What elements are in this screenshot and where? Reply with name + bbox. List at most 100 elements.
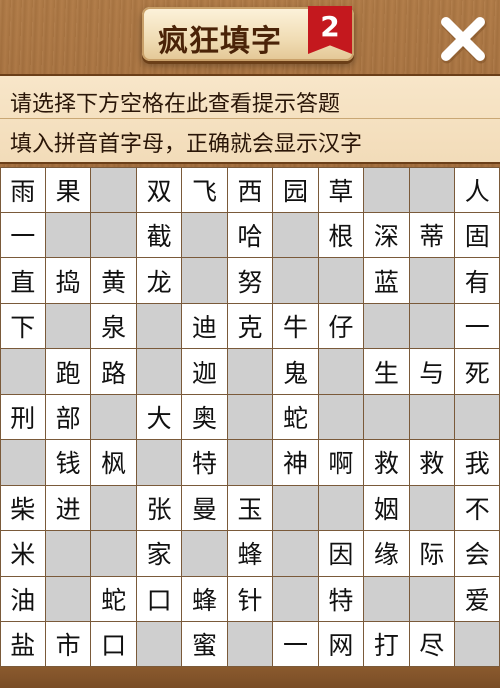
grid-cell[interactable]: 草 <box>317 166 365 213</box>
grid-cell[interactable]: 蜜 <box>181 621 228 668</box>
grid-cell[interactable]: 蓝 <box>363 257 410 304</box>
grid-cell[interactable]: 根 <box>317 211 365 259</box>
grid-cell[interactable]: 枫 <box>90 439 137 486</box>
grid-cell[interactable]: 有 <box>454 257 500 304</box>
grid-cell[interactable]: 玉 <box>226 484 274 532</box>
grid-cell[interactable]: 鬼 <box>272 348 319 395</box>
grid-cell[interactable]: 市 <box>44 621 92 668</box>
grid-cell[interactable]: 不 <box>454 484 500 532</box>
grid-cell[interactable]: 哈 <box>226 211 274 259</box>
grid-cell[interactable]: 固 <box>454 211 500 259</box>
grid-cell[interactable]: 直 <box>0 257 46 304</box>
hint-panel: 请选择下方空格在此查看提示答题 填入拼音首字母，正确就会显示汉字 <box>0 74 500 164</box>
blank-cell <box>44 530 92 577</box>
grid-cell[interactable]: 飞 <box>181 166 228 213</box>
grid-cell[interactable]: 蜂 <box>181 575 228 623</box>
blank-cell <box>44 211 92 259</box>
blank-cell <box>44 575 92 623</box>
grid-cell[interactable]: 牛 <box>272 302 319 350</box>
grid-cell[interactable]: 油 <box>0 575 46 623</box>
game-title: 疯狂填字 <box>158 24 282 59</box>
grid-cell[interactable]: 路 <box>90 348 137 395</box>
blank-cell <box>44 302 92 350</box>
grid-cell[interactable]: 针 <box>226 575 274 623</box>
grid-cell[interactable]: 大 <box>135 393 183 441</box>
close-button[interactable] <box>436 12 490 66</box>
grid-cell[interactable]: 尽 <box>408 621 456 668</box>
blank-cell <box>363 393 410 441</box>
grid-cell[interactable]: 进 <box>44 484 92 532</box>
grid-cell[interactable]: 刑 <box>0 393 46 441</box>
grid-cell[interactable]: 与 <box>408 348 456 395</box>
grid-cell[interactable]: 捣 <box>44 257 92 304</box>
grid-cell[interactable]: 果 <box>44 166 92 213</box>
grid-cell[interactable]: 蛇 <box>272 393 319 441</box>
blank-cell <box>363 166 410 213</box>
grid-cell[interactable]: 克 <box>226 302 274 350</box>
grid-cell[interactable]: 口 <box>90 621 137 668</box>
crossword-grid: 雨果双飞西园草人一截哈根深蒂固直捣黄龙努蓝有下泉迪克牛仔一跑路迦鬼生与死刑部大奥… <box>0 166 500 668</box>
grid-cell[interactable]: 啊 <box>317 439 365 486</box>
grid-cell[interactable]: 西 <box>226 166 274 213</box>
header-bar: 疯狂填字 2 <box>0 0 500 72</box>
blank-cell <box>0 439 46 486</box>
blank-cell <box>226 393 274 441</box>
grid-cell[interactable]: 深 <box>363 211 410 259</box>
grid-cell[interactable]: 蜂 <box>226 530 274 577</box>
grid-cell[interactable]: 双 <box>135 166 183 213</box>
blank-cell <box>317 257 365 304</box>
grid-cell[interactable]: 救 <box>408 439 456 486</box>
grid-cell[interactable]: 会 <box>454 530 500 577</box>
blank-cell <box>408 257 456 304</box>
grid-cell[interactable]: 际 <box>408 530 456 577</box>
blank-cell <box>454 393 500 441</box>
grid-cell[interactable]: 盐 <box>0 621 46 668</box>
grid-cell[interactable]: 救 <box>363 439 410 486</box>
grid-cell[interactable]: 部 <box>44 393 92 441</box>
grid-cell[interactable]: 奥 <box>181 393 228 441</box>
grid-cell[interactable]: 网 <box>317 621 365 668</box>
blank-cell <box>408 393 456 441</box>
grid-cell[interactable]: 努 <box>226 257 274 304</box>
grid-cell[interactable]: 柴 <box>0 484 46 532</box>
grid-cell[interactable]: 蛇 <box>90 575 137 623</box>
grid-cell[interactable]: 缘 <box>363 530 410 577</box>
grid-cell[interactable]: 生 <box>363 348 410 395</box>
grid-cell[interactable]: 仔 <box>317 302 365 350</box>
grid-cell[interactable]: 张 <box>135 484 183 532</box>
grid-cell[interactable]: 死 <box>454 348 500 395</box>
grid-cell[interactable]: 我 <box>454 439 500 486</box>
grid-cell[interactable]: 家 <box>135 530 183 577</box>
grid-cell[interactable]: 钱 <box>44 439 92 486</box>
grid-cell[interactable]: 一 <box>0 211 46 259</box>
grid-cell[interactable]: 口 <box>135 575 183 623</box>
grid-cell[interactable]: 姻 <box>363 484 410 532</box>
grid-cell[interactable]: 特 <box>181 439 228 486</box>
grid-cell[interactable]: 一 <box>272 621 319 668</box>
grid-cell[interactable]: 特 <box>317 575 365 623</box>
blank-cell <box>408 166 456 213</box>
grid-cell[interactable]: 蒂 <box>408 211 456 259</box>
grid-cell[interactable]: 迦 <box>181 348 228 395</box>
grid-cell[interactable]: 米 <box>0 530 46 577</box>
grid-cell[interactable]: 雨 <box>0 166 46 213</box>
grid-cell[interactable]: 下 <box>0 302 46 350</box>
grid-cell[interactable]: 龙 <box>135 257 183 304</box>
blank-cell <box>363 575 410 623</box>
grid-cell[interactable]: 园 <box>272 166 319 213</box>
grid-cell[interactable]: 爱 <box>454 575 500 623</box>
blank-cell <box>408 484 456 532</box>
grid-cell[interactable]: 神 <box>272 439 319 486</box>
grid-cell[interactable]: 跑 <box>44 348 92 395</box>
grid-cell[interactable]: 一 <box>454 302 500 350</box>
grid-cell[interactable]: 黄 <box>90 257 137 304</box>
blank-cell <box>135 302 183 350</box>
grid-cell[interactable]: 打 <box>363 621 410 668</box>
blank-cell <box>272 484 319 532</box>
grid-cell[interactable]: 人 <box>454 166 500 213</box>
grid-cell[interactable]: 因 <box>317 530 365 577</box>
grid-cell[interactable]: 曼 <box>181 484 228 532</box>
grid-cell[interactable]: 迪 <box>181 302 228 350</box>
grid-cell[interactable]: 泉 <box>90 302 137 350</box>
grid-cell[interactable]: 截 <box>135 211 183 259</box>
